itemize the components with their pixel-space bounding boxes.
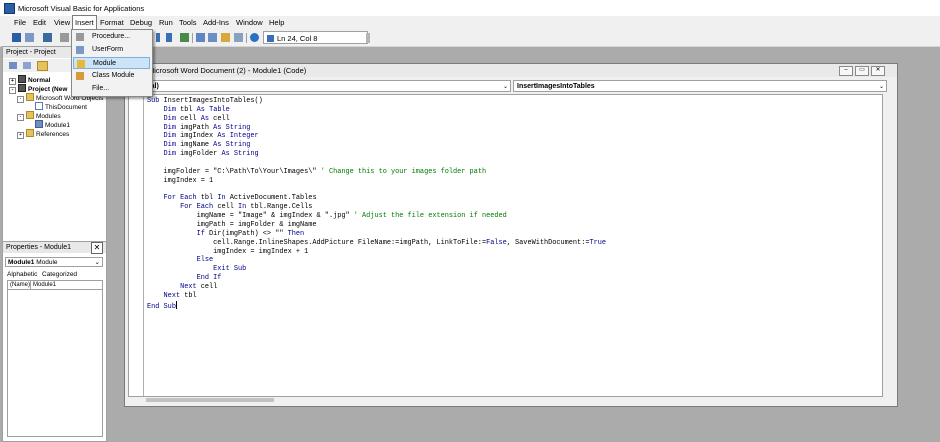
menu-run[interactable]: Run (157, 16, 175, 30)
collapse-icon[interactable]: - (17, 114, 24, 121)
menu-file[interactable]: File (12, 16, 28, 30)
class-module-icon (76, 72, 84, 80)
reset-icon[interactable] (166, 33, 172, 42)
menu-bar: File Edit View Insert Format Debug Run T… (0, 15, 940, 31)
insert-object-icon[interactable] (25, 33, 34, 42)
code-window: Microsoft Word Document (2) - Module1 (C… (124, 63, 898, 407)
chevron-down-icon: ⌄ (502, 84, 508, 90)
procedure-icon (76, 33, 84, 41)
document-icon (35, 102, 43, 110)
folder-icon (26, 93, 34, 101)
chevron-down-icon: ⌄ (94, 259, 100, 266)
module-icon (35, 120, 43, 128)
project-explorer-icon[interactable] (196, 33, 205, 42)
menu-view[interactable]: View (52, 16, 72, 30)
view-word-icon[interactable] (12, 33, 21, 42)
horizontal-scrollbar[interactable] (128, 396, 881, 404)
title-bar: Microsoft Visual Basic for Applications (0, 0, 940, 16)
view-code-icon[interactable] (9, 62, 17, 69)
window-title: Microsoft Visual Basic for Applications (18, 4, 145, 13)
collapse-icon[interactable]: - (17, 96, 24, 103)
menu-format[interactable]: Format (98, 16, 126, 30)
expand-icon[interactable]: + (17, 132, 24, 139)
vba-app-icon (4, 3, 15, 14)
toolbox-icon[interactable] (234, 33, 243, 42)
tree-item-thisdocument[interactable]: ThisDocument (35, 102, 87, 111)
minimize-button[interactable]: – (839, 66, 853, 76)
close-button[interactable]: ✕ (871, 66, 885, 76)
code-editor[interactable]: Sub InsertImagesIntoTables() Dim tbl As … (128, 94, 883, 397)
menu-debug[interactable]: Debug (128, 16, 154, 30)
save-icon[interactable] (43, 33, 52, 42)
menu-window[interactable]: Window (234, 16, 265, 30)
break-icon[interactable] (156, 33, 160, 42)
view-object-icon[interactable] (23, 62, 31, 69)
menu-edit[interactable]: Edit (31, 16, 48, 30)
cursor-position: Ln 24, Col 8 (277, 34, 318, 43)
property-row-name[interactable]: (Name) Module1 (7, 280, 103, 290)
menu-item-class-module[interactable]: Class Module (73, 70, 150, 82)
folder-icon (26, 129, 34, 137)
properties-panel: Properties - Module1 ✕ Module1 Module ⌄ … (2, 241, 107, 442)
tab-categorized[interactable]: Categorized (42, 271, 77, 278)
menu-item-file[interactable]: File... (73, 83, 150, 95)
margin-indicator-bar[interactable] (129, 95, 144, 396)
object-browser-icon[interactable] (221, 33, 230, 42)
tree-item-module1[interactable]: Module1 (35, 120, 70, 129)
toolbar-separator (246, 33, 247, 43)
cut-icon[interactable] (60, 33, 69, 42)
procedure-combo[interactable]: InsertImagesIntoTables ⌄ (513, 80, 887, 92)
toolbar-separator (192, 33, 193, 43)
restore-button[interactable]: ▭ (855, 66, 869, 76)
properties-window-icon[interactable] (208, 33, 217, 42)
help-icon[interactable] (250, 33, 259, 42)
menu-tools[interactable]: Tools (177, 16, 199, 30)
insert-dropdown-menu: Procedure... UserForm Module Class Modul… (71, 29, 153, 97)
design-mode-icon[interactable] (180, 33, 189, 42)
project-icon (18, 75, 26, 83)
toggle-folders-icon[interactable] (37, 61, 48, 71)
menu-add-ins[interactable]: Add-Ins (201, 16, 231, 30)
userform-icon (76, 46, 84, 54)
menu-item-procedure[interactable]: Procedure... (73, 31, 150, 43)
code-text[interactable]: Sub InsertImagesIntoTables() Dim tbl As … (147, 97, 606, 312)
toolbar-grip[interactable] (366, 33, 370, 43)
chevron-down-icon: ⌄ (878, 84, 884, 90)
position-icon (267, 35, 274, 42)
horizontal-scrollbar-thumb[interactable] (146, 398, 274, 402)
tree-item-references[interactable]: + References (17, 129, 69, 139)
property-grid (7, 290, 103, 437)
tab-alphabetic[interactable]: Alphabetic (7, 271, 37, 278)
module-icon (77, 60, 85, 68)
collapse-icon[interactable]: - (9, 87, 16, 94)
close-icon[interactable]: ✕ (91, 242, 103, 254)
project-icon (18, 84, 26, 92)
code-window-title: Microsoft Word Document (2) - Module1 (C… (125, 64, 897, 77)
cursor-position-box: Ln 24, Col 8 (263, 31, 368, 44)
menu-item-module[interactable]: Module (73, 57, 150, 69)
vertical-scrollbar[interactable] (884, 95, 898, 396)
menu-help[interactable]: Help (267, 16, 286, 30)
folder-icon (26, 111, 34, 119)
menu-item-userform[interactable]: UserForm (73, 44, 150, 56)
object-combo[interactable]: eral)⌄ (140, 80, 511, 92)
object-selector[interactable]: Module1 Module ⌄ (5, 257, 103, 267)
